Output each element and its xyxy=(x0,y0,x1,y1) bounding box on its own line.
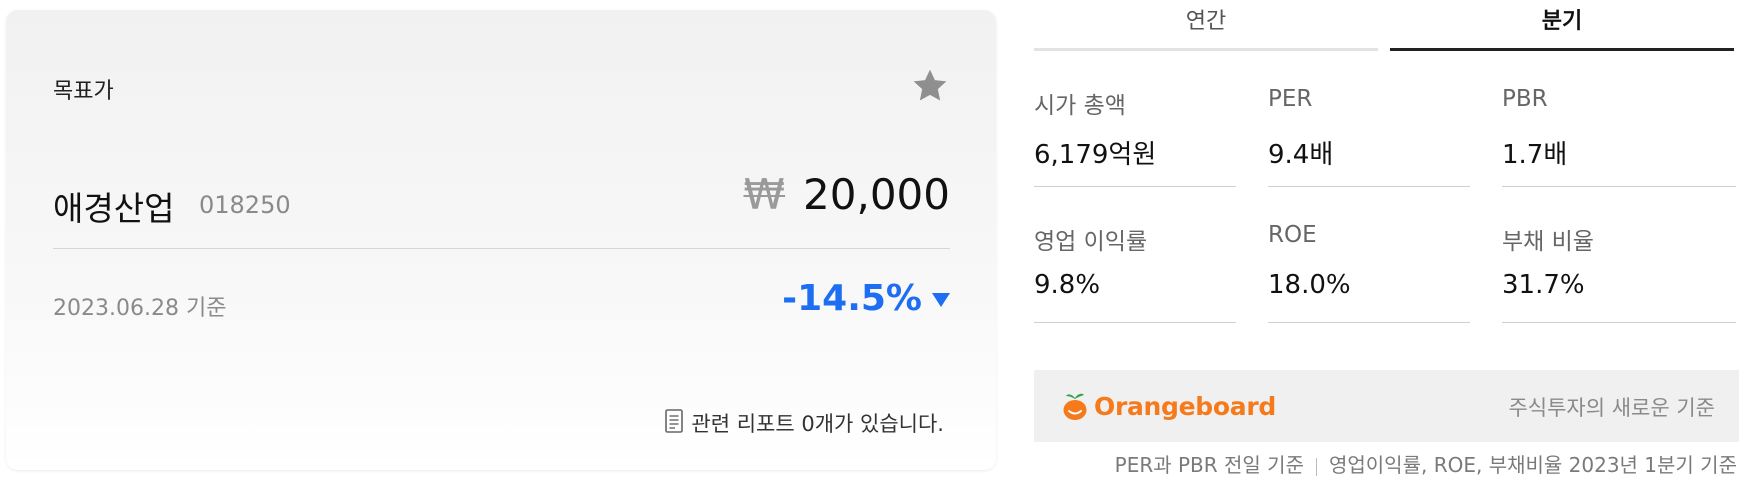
orangeboard-banner[interactable]: Orangeboard 주식투자의 새로운 기준 xyxy=(1034,370,1739,442)
metric-per: PER 9.4배 xyxy=(1268,68,1470,187)
target-price: ₩20,000 xyxy=(744,170,951,219)
metric-debt-ratio: 부채 비율 31.7% xyxy=(1502,204,1736,323)
footnote-per-pbr: PER과 PBR 전일 기준 xyxy=(1114,453,1304,477)
metric-label: 시가 총액 xyxy=(1034,93,1126,119)
target-price-card: 목표가 애경산업 018250 ₩20,000 2023.06.28 기준 -1… xyxy=(6,10,996,470)
tangerine-icon xyxy=(1063,393,1087,420)
basis-date: 2023.06.28 기준 xyxy=(53,296,227,321)
metric-label: ROE xyxy=(1268,222,1317,248)
company-row: 애경산업 018250 ₩20,000 xyxy=(53,170,950,230)
brand-name: Orangeboard xyxy=(1094,391,1276,421)
tab-annual[interactable]: 연간 xyxy=(1034,0,1378,51)
metric-value: 31.7% xyxy=(1502,270,1585,300)
down-triangle-icon xyxy=(932,293,950,307)
metric-value: 9.8% xyxy=(1034,270,1101,300)
metric-pbr: PBR 1.7배 xyxy=(1502,68,1736,187)
related-reports-text: 관련 리포트 0개가 있습니다. xyxy=(691,412,944,436)
card-title: 목표가 xyxy=(53,79,114,104)
related-reports-link[interactable]: 관련 리포트 0개가 있습니다. xyxy=(665,408,944,438)
metric-label: 영업 이익률 xyxy=(1034,229,1148,255)
tab-quarter[interactable]: 분기 xyxy=(1390,0,1734,51)
footnote: PER과 PBR 전일 기준 영업이익률, ROE, 부채비율 2023년 1분기… xyxy=(1115,449,1737,478)
metric-label: 부채 비율 xyxy=(1502,229,1594,255)
metric-operating-margin: 영업 이익률 9.8% xyxy=(1034,204,1236,323)
star-icon xyxy=(913,69,947,101)
banner-tagline: 주식투자의 새로운 기준 xyxy=(1508,396,1715,420)
metric-value: 18.0% xyxy=(1268,270,1351,300)
page: 목표가 애경산업 018250 ₩20,000 2023.06.28 기준 -1… xyxy=(0,0,1739,483)
target-price-value: 20,000 xyxy=(803,170,950,219)
price-change: -14.5% xyxy=(782,278,950,319)
orangeboard-logo: Orangeboard xyxy=(1062,390,1276,422)
metric-value: 1.7배 xyxy=(1502,140,1568,170)
currency-symbol: ₩ xyxy=(743,170,786,219)
document-icon xyxy=(665,408,684,438)
metric-label: PBR xyxy=(1502,86,1548,112)
metric-value: 9.4배 xyxy=(1268,140,1334,170)
metric-value: 6,179억원 xyxy=(1034,140,1157,170)
footnote-ratios: 영업이익률, ROE, 부채비율 2023년 1분기 기준 xyxy=(1328,453,1737,477)
metric-market-cap: 시가 총액 6,179억원 xyxy=(1034,68,1236,187)
divider xyxy=(53,248,950,249)
company-name[interactable]: 애경산업 xyxy=(53,182,174,230)
metric-label: PER xyxy=(1268,86,1313,112)
company-code: 018250 xyxy=(199,191,291,219)
favorite-star-button[interactable] xyxy=(910,66,950,106)
price-change-value: -14.5% xyxy=(782,278,922,319)
period-tabs: 연간 분기 xyxy=(1034,0,1739,51)
footnote-separator xyxy=(1315,457,1317,476)
metric-roe: ROE 18.0% xyxy=(1268,204,1470,323)
